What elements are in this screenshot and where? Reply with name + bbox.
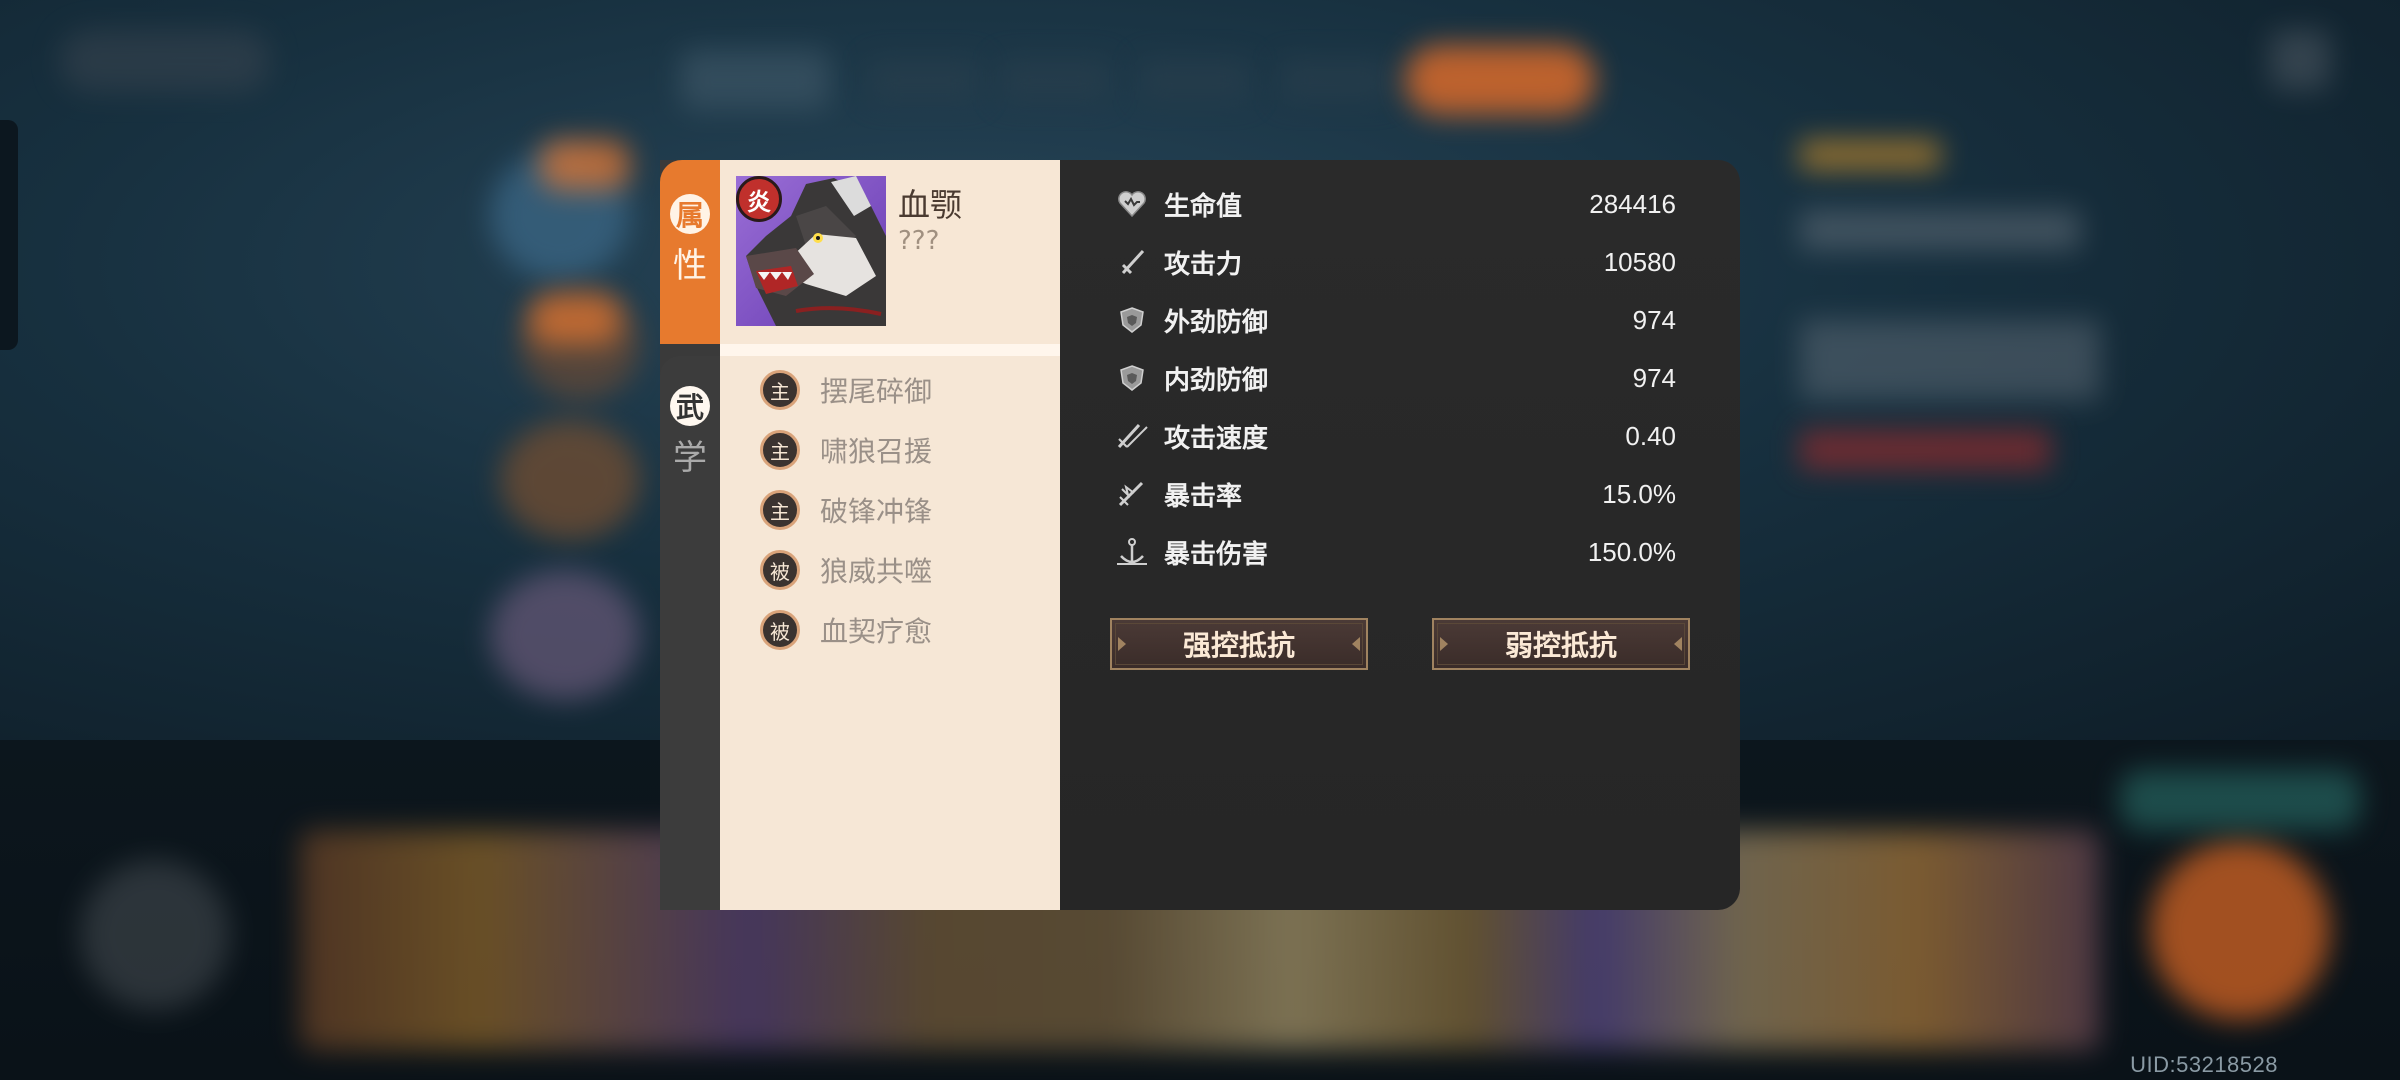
skill-item[interactable]: 主 破锋冲锋: [720, 480, 1060, 540]
stat-row-attack-speed: 攻击速度 0.40: [1114, 410, 1676, 462]
stat-label: 攻击力: [1164, 249, 1243, 280]
side-tab-bar: 属 性 武 学: [660, 160, 720, 910]
stat-row-inner-defense: 内劲防御 974: [1114, 352, 1676, 404]
arrow-right-icon: [1674, 637, 1682, 651]
skill-item[interactable]: 主 摆尾碎御: [720, 360, 1060, 420]
hero-subtitle: ???: [898, 226, 940, 256]
stat-value: 15.0%: [1602, 478, 1676, 509]
strong-control-resist-button[interactable]: 强控抵抗: [1110, 618, 1368, 670]
skill-name: 啸狼召援: [820, 435, 933, 468]
arrow-left-icon: [1118, 637, 1126, 651]
tab-attributes[interactable]: 属 性: [660, 160, 720, 344]
hero-summary-column: 炎 血颚 ??? 主 摆尾碎御 主 啸狼召援 主 破锋冲锋 被 狼威共噬 被 血…: [720, 160, 1060, 910]
user-id-label: UID:53218528: [2130, 1052, 2278, 1077]
stat-value: 10580: [1603, 246, 1676, 277]
stat-value: 974: [1632, 304, 1676, 335]
stat-value: 284416: [1589, 188, 1676, 219]
hero-info-panel: 属 性 武 学 炎 血颚 ??? 主 摆尾碎御 主 啸狼召援 主 破锋冲锋 被 …: [660, 160, 1740, 910]
skill-type-badge: 主: [760, 490, 800, 530]
skill-item[interactable]: 被 狼威共噬: [720, 540, 1060, 600]
stat-row-hp: 生命值 284416: [1114, 178, 1676, 230]
header-divider: [720, 344, 1060, 356]
stat-label: 暴击率: [1164, 481, 1243, 512]
hero-header: 炎 血颚 ???: [720, 160, 1060, 344]
stat-value: 150.0%: [1587, 536, 1676, 567]
double-sword-icon: [1114, 418, 1150, 454]
tab-skills-char2: 学: [673, 438, 707, 478]
heart-icon: [1114, 186, 1150, 222]
stat-label: 内劲防御: [1164, 365, 1269, 396]
skill-name: 破锋冲锋: [820, 495, 933, 528]
shield-icon: [1114, 360, 1150, 396]
stat-row-crit-rate: 暴击率 15.0%: [1114, 468, 1676, 520]
tab-attributes-char1: 属: [670, 194, 710, 234]
arrow-left-icon: [1440, 637, 1448, 651]
skill-type-badge: 被: [760, 610, 800, 650]
skill-item[interactable]: 被 血契疗愈: [720, 600, 1060, 660]
weak-control-resist-button[interactable]: 弱控抵抗: [1432, 618, 1690, 670]
anchor-icon: [1114, 534, 1150, 570]
arrow-right-icon: [1352, 637, 1360, 651]
stat-label: 攻击速度: [1164, 423, 1269, 454]
sword-icon: [1114, 244, 1150, 280]
stat-label: 生命值: [1164, 191, 1243, 222]
tab-skills-char1: 武: [670, 386, 710, 426]
skill-name: 摆尾碎御: [820, 375, 933, 408]
stat-row-crit-damage: 暴击伤害 150.0%: [1114, 526, 1676, 578]
stat-value: 974: [1632, 362, 1676, 393]
crit-icon: [1114, 476, 1150, 512]
skill-item[interactable]: 主 啸狼召援: [720, 420, 1060, 480]
stat-row-attack: 攻击力 10580: [1114, 236, 1676, 288]
button-label: 弱控抵抗: [1504, 629, 1617, 662]
stat-value: 0.40: [1625, 420, 1676, 451]
tab-attributes-char2: 性: [673, 246, 707, 286]
hero-name: 血颚: [898, 186, 963, 224]
stat-label: 暴击伤害: [1164, 539, 1269, 570]
skill-name: 血契疗愈: [820, 615, 933, 648]
skill-type-badge: 被: [760, 550, 800, 590]
button-label: 强控抵抗: [1182, 629, 1295, 662]
skill-type-badge: 主: [760, 430, 800, 470]
skill-type-badge: 主: [760, 370, 800, 410]
skill-name: 狼威共噬: [820, 555, 933, 588]
shield-icon: [1114, 302, 1150, 338]
fire-element-icon: 炎: [736, 176, 782, 222]
stats-column: 生命值 284416 攻击力 10580 外劲防御 974 内劲防御 974 攻…: [1060, 160, 1740, 910]
stat-row-outer-defense: 外劲防御 974: [1114, 294, 1676, 346]
stat-label: 外劲防御: [1164, 307, 1269, 338]
tab-skills[interactable]: 武 学: [660, 356, 720, 910]
